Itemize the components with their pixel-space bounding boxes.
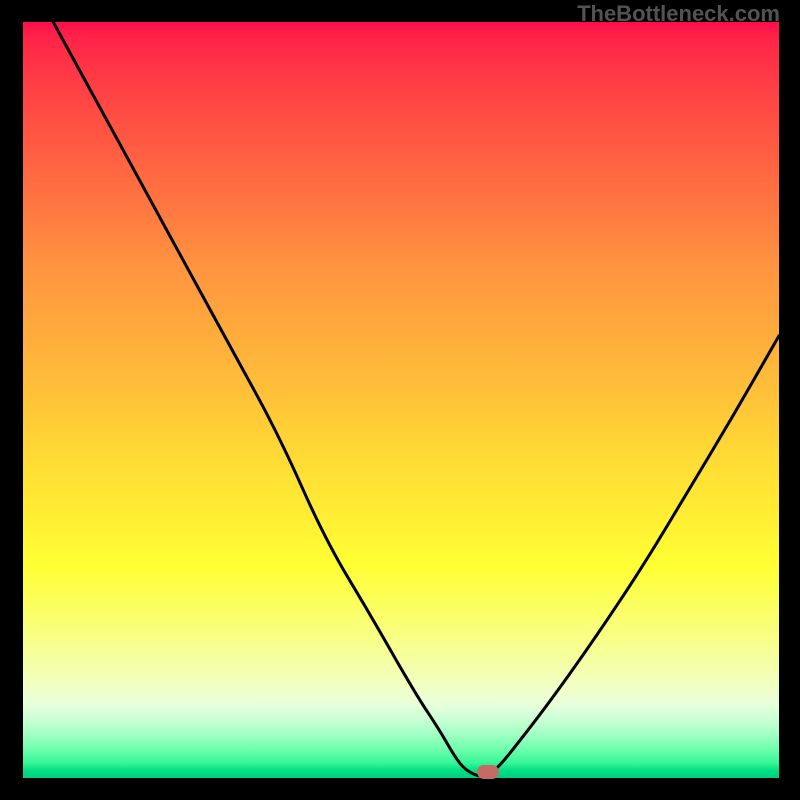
chart-frame: TheBottleneck.com bbox=[0, 0, 800, 800]
plot-area bbox=[23, 22, 779, 778]
watermark: TheBottleneck.com bbox=[577, 1, 780, 27]
bottleneck-curve bbox=[23, 22, 779, 778]
optimal-marker bbox=[477, 765, 499, 779]
